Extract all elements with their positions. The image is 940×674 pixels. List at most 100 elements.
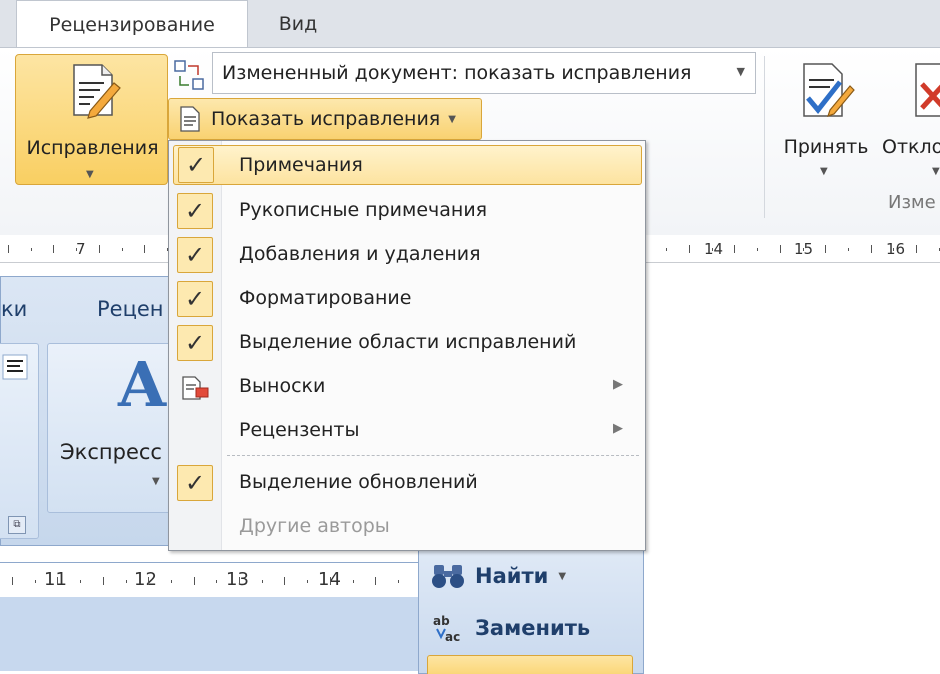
- dialog-launcher-icon[interactable]: ⧉: [8, 516, 26, 534]
- ruler-tick: [689, 245, 690, 253]
- show-markup-menu: ✓ Примечания ✓ Рукописные примечания ✓ Д…: [168, 140, 646, 551]
- chevron-down-icon: ▼: [152, 476, 160, 487]
- accept-button[interactable]: Принять ▼: [776, 54, 876, 184]
- ruler-tick: [57, 577, 59, 585]
- find-label: Найти: [475, 564, 549, 588]
- checkmark-icon: ✓: [177, 193, 213, 229]
- ruler-number: 7: [76, 240, 86, 258]
- tab-fragment: ки: [1, 297, 28, 321]
- reject-button[interactable]: Откло ▼: [880, 54, 940, 184]
- checkmark-icon: ✓: [177, 237, 213, 273]
- bottom-ruler[interactable]: 11 12 13 14: [0, 562, 420, 671]
- menu-item-label: Форматирование: [239, 287, 412, 309]
- chevron-down-icon: ▼: [558, 570, 567, 582]
- replace-label: Заменить: [475, 616, 591, 640]
- ruler-tick: [352, 579, 354, 583]
- group-separator: [764, 56, 765, 218]
- submenu-arrow-icon: ▶: [613, 421, 623, 436]
- tab-fragment: Рецен: [97, 297, 164, 321]
- paragraph-group: ⧉: [0, 343, 39, 539]
- chevron-down-icon: ▼: [932, 166, 940, 177]
- ruler-tick: [53, 245, 55, 253]
- ruler-tick: [711, 247, 713, 251]
- menu-item-label: Выделение обновлений: [239, 471, 478, 493]
- ruler-tick: [8, 245, 9, 253]
- checkmark-icon: ✓: [177, 281, 213, 317]
- document-icon: [180, 106, 200, 132]
- chevron-down-icon: ▼: [86, 169, 94, 180]
- ruler-tick: [802, 247, 804, 251]
- track-changes-button[interactable]: Исправления ▼: [15, 54, 168, 185]
- ruler-number: 14: [704, 240, 724, 258]
- checkmark-icon: ✓: [177, 465, 213, 501]
- ruler-tick: [144, 245, 146, 253]
- ruler-tick: [375, 577, 377, 585]
- replace-icon: ab ac: [433, 614, 460, 643]
- ruler-tick: [329, 577, 331, 585]
- menu-item-label: Примечания: [239, 154, 363, 176]
- ruler-number: 11: [44, 569, 67, 590]
- menu-item-label: Добавления и удаления: [239, 243, 481, 265]
- quick-styles-icon: A: [118, 348, 167, 421]
- checkmark-icon: ✓: [178, 147, 214, 183]
- tab-review[interactable]: Рецензирование: [16, 0, 248, 48]
- chevron-down-icon: ▼: [448, 113, 456, 125]
- ruler-tick: [102, 577, 104, 585]
- menu-item-label: Рукописные примечания: [239, 199, 488, 221]
- show-markup-button[interactable]: Показать исправления ▼: [168, 98, 482, 140]
- markup-options-icon[interactable]: [172, 58, 206, 94]
- ruler-tick: [261, 579, 263, 583]
- menu-item-formatting[interactable]: ✓ Форматирование: [169, 277, 645, 321]
- chevron-down-icon: ▼: [736, 65, 745, 78]
- menu-item-reviewers[interactable]: Рецензенты ▶: [169, 409, 645, 453]
- track-changes-icon: [73, 64, 121, 119]
- display-for-review-value: Измененный документ: показать исправлени…: [222, 62, 692, 84]
- svg-text:ab: ab: [433, 614, 450, 628]
- ruler-tick: [12, 577, 13, 585]
- track-changes-label: Исправления: [26, 137, 159, 159]
- menu-item-label: Выделение области исправлений: [239, 331, 577, 353]
- menu-item-markup-area-highlight[interactable]: ✓ Выделение области исправлений: [169, 321, 645, 365]
- chevron-down-icon: ▼: [820, 166, 828, 177]
- ruler-tick: [80, 579, 82, 583]
- ruler-tick: [757, 247, 759, 251]
- ruler-tick: [125, 579, 127, 583]
- ruler-tick: [666, 247, 668, 251]
- ruler-tick: [893, 247, 895, 251]
- ribbon-tabstrip: Рецензирование Вид: [0, 0, 940, 48]
- ruler-tick: [98, 245, 100, 253]
- ruler-tick: [284, 577, 286, 585]
- replace-button[interactable]: ab ac Заменить: [431, 613, 590, 643]
- display-for-review-select[interactable]: Измененный документ: показать исправлени…: [212, 52, 756, 94]
- ruler-tick: [870, 245, 872, 253]
- ruler-tick: [307, 579, 309, 583]
- editing-group: Найти ▼ ab ac Заменить: [418, 548, 644, 674]
- ruler-tick: [847, 247, 849, 251]
- menu-separator: [227, 455, 639, 456]
- ruler-number: 13: [226, 569, 249, 590]
- submenu-arrow-icon: ▶: [613, 377, 623, 392]
- reject-label: Откло: [882, 136, 940, 158]
- select-button[interactable]: [427, 655, 633, 674]
- find-button[interactable]: Найти ▼: [431, 561, 566, 591]
- menu-item-label: Рецензенты: [239, 419, 360, 441]
- ruler-tick: [825, 245, 827, 253]
- ruler-tick: [193, 577, 195, 585]
- menu-item-balloons[interactable]: Выноски ▶: [169, 365, 645, 409]
- ruler-number: 16: [886, 240, 906, 258]
- menu-item-label: Выноски: [239, 375, 326, 397]
- menu-item-comments[interactable]: ✓ Примечания: [173, 145, 642, 185]
- quick-styles-label[interactable]: Экспресс: [60, 440, 162, 464]
- svg-text:ac: ac: [445, 630, 460, 643]
- menu-item-ink-annotations[interactable]: ✓ Рукописные примечания: [169, 189, 645, 233]
- ruler-tick: [216, 579, 218, 583]
- ruler-tick: [239, 577, 240, 585]
- menu-item-insertions-deletions[interactable]: ✓ Добавления и удаления: [169, 233, 645, 277]
- menu-item-highlight-updates[interactable]: ✓ Выделение обновлений: [169, 461, 645, 505]
- ruler-tick: [121, 247, 123, 251]
- tab-view[interactable]: Вид: [258, 0, 338, 48]
- balloon-icon: [182, 376, 209, 400]
- changes-group-label: Изме: [888, 192, 936, 213]
- reject-icon: [915, 63, 940, 117]
- ruler-tick: [916, 245, 917, 253]
